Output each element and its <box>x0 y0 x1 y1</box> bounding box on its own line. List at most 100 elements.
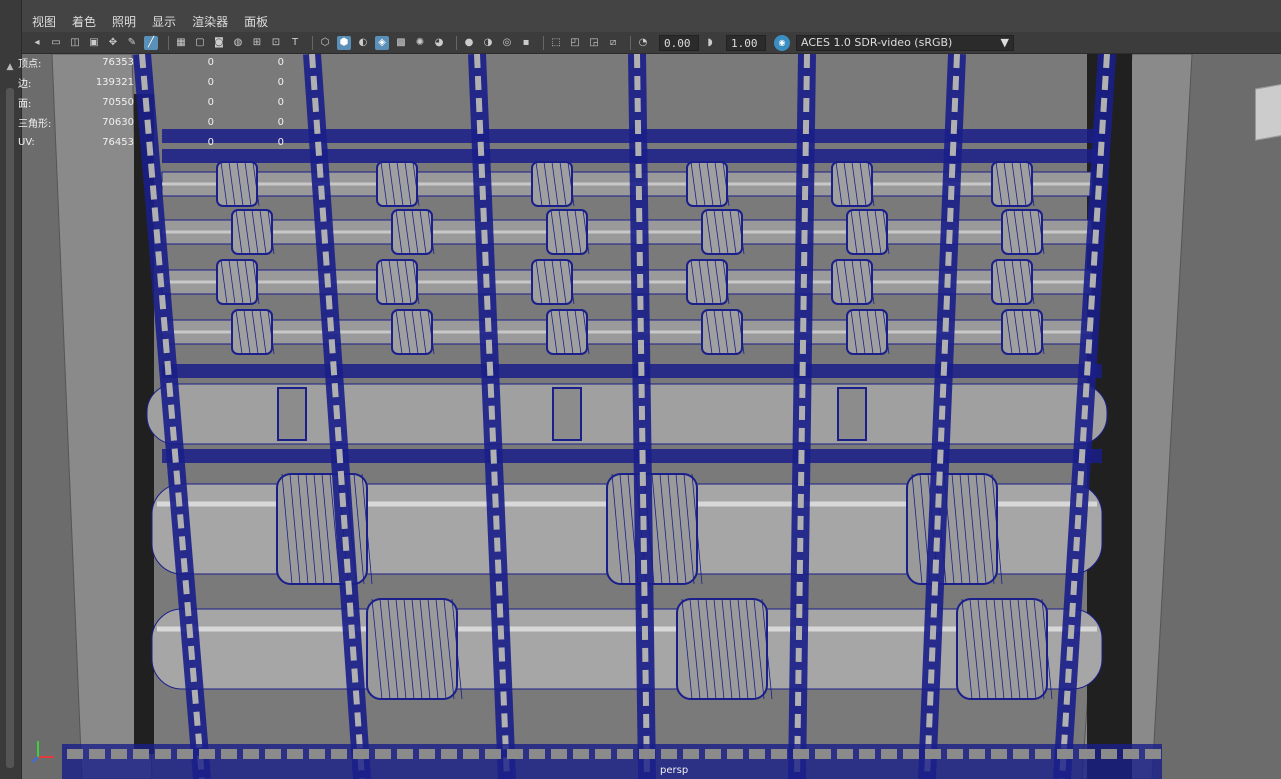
xray-joints-icon[interactable]: ⧄ <box>606 36 620 50</box>
floor-tile <box>89 749 105 759</box>
hud-value: 0 <box>277 136 284 148</box>
menu-panels[interactable]: 面板 <box>244 13 268 30</box>
toolbar-divider <box>543 35 544 50</box>
resolution-gate-icon[interactable]: ◙ <box>212 36 226 50</box>
floor-tile <box>551 749 567 759</box>
coupling <box>376 161 418 207</box>
coupling <box>216 161 258 207</box>
gamma-icon[interactable]: ◗ <box>703 36 717 50</box>
smooth-shade-icon[interactable]: ⬢ <box>337 35 351 50</box>
default-material-icon[interactable]: ◐ <box>356 36 370 50</box>
coupling <box>231 309 273 355</box>
floor-tile <box>947 749 963 759</box>
exposure-field[interactable]: 0.00 <box>659 34 699 51</box>
floor-tile <box>529 749 545 759</box>
gate-mask-icon[interactable]: ◍ <box>231 36 245 50</box>
lights-icon[interactable]: ✺ <box>413 36 427 50</box>
view-cube[interactable] <box>1255 83 1281 141</box>
wire-band <box>162 364 1102 378</box>
motion-blur-icon[interactable]: ◑ <box>481 36 495 50</box>
scroll-up-icon[interactable]: ▲ <box>3 60 17 74</box>
hud-row-faces: 面: 70550 0 0 <box>18 92 284 112</box>
floor-tile <box>991 749 1007 759</box>
coupling <box>1001 209 1043 255</box>
floor-tile <box>353 749 369 759</box>
xray-active-icon[interactable]: ◲ <box>587 36 601 50</box>
gamma-field[interactable]: 1.00 <box>726 34 766 51</box>
menu-view[interactable]: 视图 <box>32 13 56 30</box>
view-transform-label: ACES 1.0 SDR-video (sRGB) <box>801 36 953 49</box>
panel-menubar: 视图 着色 照明 显示 渲染器 面板 <box>22 10 1281 32</box>
coupling <box>391 309 433 355</box>
view-transform-dropdown[interactable]: ACES 1.0 SDR-video (sRGB) ▼ <box>796 34 1014 51</box>
floor-tile <box>661 749 677 759</box>
wireframe-icon[interactable]: ⬡ <box>318 36 332 50</box>
safe-title-icon[interactable]: T <box>288 36 302 50</box>
floor-tile <box>265 749 281 759</box>
axis-gizmo-icon <box>31 741 54 763</box>
coupling <box>231 209 273 255</box>
depth-of-field-icon[interactable]: ▪ <box>519 36 533 50</box>
toolbar-divider <box>456 35 457 50</box>
floor-tile <box>1057 749 1073 759</box>
hud-value: 139321 <box>95 76 134 88</box>
floor-tile <box>1035 749 1051 759</box>
floor-tile <box>485 749 501 759</box>
coupling <box>531 161 573 207</box>
coupling <box>846 209 888 255</box>
floor-tile <box>375 749 391 759</box>
hud-label: 边: <box>18 78 32 90</box>
coupling <box>531 259 573 305</box>
hud-value: 70630 <box>102 116 134 128</box>
xray-icon[interactable]: ◰ <box>568 36 582 50</box>
color-management-icon[interactable]: ◉ <box>774 34 790 51</box>
shadows-icon[interactable]: ◕ <box>432 36 446 50</box>
hud-row-triangles: 三角形: 70630 0 0 <box>18 112 284 132</box>
menu-renderer[interactable]: 渲染器 <box>192 13 228 30</box>
field-chart-icon[interactable]: ⊞ <box>250 36 264 50</box>
grid-icon[interactable]: ▦ <box>174 36 188 50</box>
floor-tile <box>419 749 435 759</box>
multisample-icon[interactable]: ◎ <box>500 36 514 50</box>
scrollbar[interactable] <box>6 88 14 768</box>
hud-value: 0 <box>207 136 214 148</box>
hud-value: 0 <box>277 96 284 108</box>
exposure-icon[interactable]: ◔ <box>636 36 650 50</box>
camera-attributes-icon[interactable]: ▭ <box>49 36 63 50</box>
wireframe-on-shaded-icon[interactable]: ◈ <box>375 35 389 50</box>
two-d-pan-icon[interactable]: ✥ <box>106 36 120 50</box>
floor-tile <box>441 749 457 759</box>
hud-label: UV: <box>18 136 35 148</box>
hud-value: 0 <box>207 116 214 128</box>
hud-label: 三角形: <box>18 118 52 130</box>
floor-tile <box>639 749 655 759</box>
coupling <box>216 259 258 305</box>
film-gate-icon[interactable]: ▢ <box>193 36 207 50</box>
coupling <box>546 309 588 355</box>
grease-pencil-active-icon[interactable]: ╱ <box>144 35 158 50</box>
floor-tile <box>331 749 347 759</box>
safe-action-icon[interactable]: ⊡ <box>269 36 283 50</box>
hud-value: 0 <box>277 116 284 128</box>
bookmark-icon[interactable]: ◫ <box>68 36 82 50</box>
chevron-down-icon: ▼ <box>1000 36 1009 49</box>
floor-tile <box>1145 749 1161 759</box>
floor-tile <box>463 749 479 759</box>
menu-show[interactable]: 显示 <box>152 13 176 30</box>
coupling <box>831 259 873 305</box>
hud-label: 顶点: <box>18 58 42 70</box>
hud-row-uvs: UV: 76453 0 0 <box>18 132 284 152</box>
floor-tile <box>815 749 831 759</box>
viewport-3d[interactable] <box>22 54 1281 779</box>
grease-pencil-icon[interactable]: ✎ <box>125 36 139 50</box>
menu-lighting[interactable]: 照明 <box>112 13 136 30</box>
floor-tile <box>111 749 127 759</box>
ambient-occlusion-icon[interactable]: ● <box>462 36 476 50</box>
hud-value: 0 <box>207 96 214 108</box>
camera-select-icon[interactable]: ◂ <box>30 36 44 50</box>
poly-count-hud: 顶点: 76353 0 0 边: 139321 0 0 面: 70550 0 0… <box>18 52 284 152</box>
menu-shading[interactable]: 着色 <box>72 13 96 30</box>
isolate-select-icon[interactable]: ⬚ <box>549 36 563 50</box>
image-plane-icon[interactable]: ▣ <box>87 36 101 50</box>
textured-icon[interactable]: ▩ <box>394 36 408 50</box>
